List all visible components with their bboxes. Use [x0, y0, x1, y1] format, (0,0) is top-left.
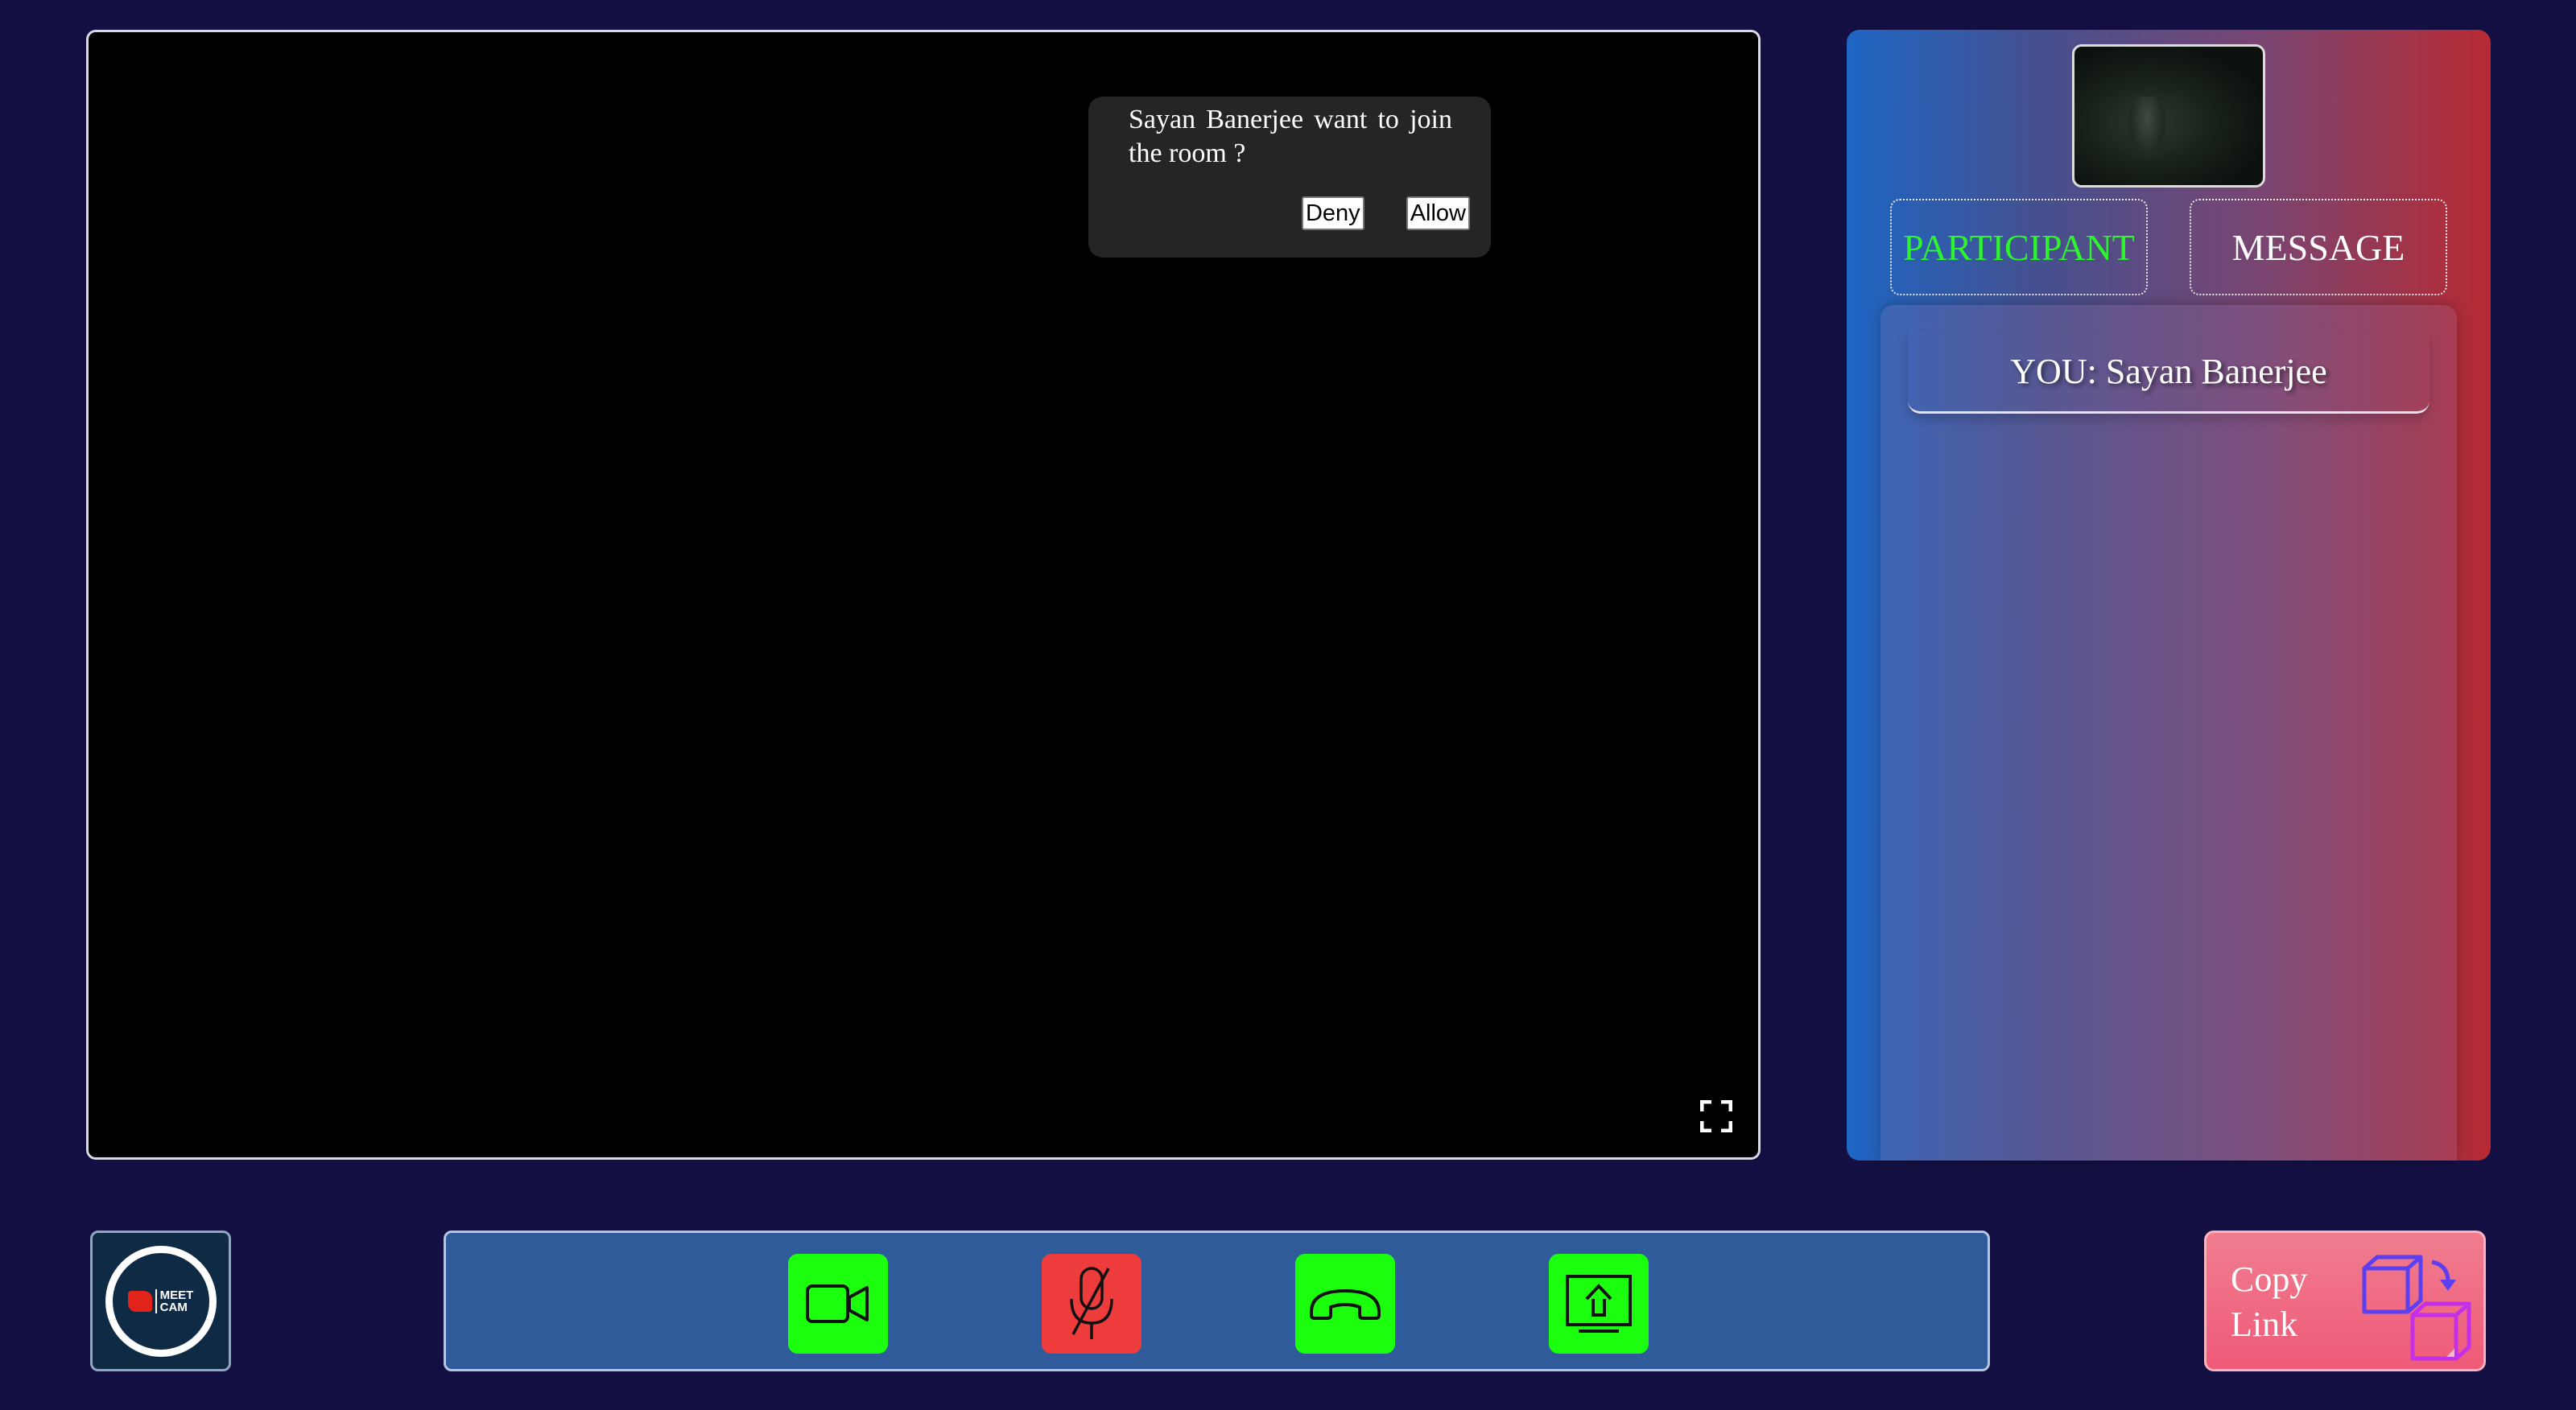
logo-text-line1: MEET	[159, 1288, 194, 1302]
screen-share-button[interactable]	[1549, 1254, 1649, 1354]
logo-mark-icon	[127, 1290, 152, 1312]
self-video-preview[interactable]	[2072, 44, 2265, 188]
phone-hangup-icon	[1310, 1289, 1381, 1320]
screen-share-icon	[1566, 1275, 1632, 1333]
self-video-feed	[2128, 97, 2166, 161]
copy-link-label-line1: Copy	[2231, 1260, 2308, 1299]
copy-link-label: Copy Link	[2231, 1257, 2327, 1347]
allow-button[interactable]: Allow	[1406, 196, 1470, 230]
video-camera-icon	[806, 1284, 869, 1323]
join-request-popup: Sayan Banerjee want to join the room ? D…	[1088, 97, 1491, 258]
tab-participant[interactable]: PARTICIPANT	[1890, 199, 2148, 295]
microphone-muted-icon	[1070, 1267, 1113, 1339]
join-request-message: Sayan Banerjee want to join the room ?	[1129, 105, 1452, 168]
fullscreen-icon[interactable]	[1700, 1100, 1732, 1132]
call-controls-bar	[444, 1231, 1990, 1371]
logo-text: MEET CAM	[155, 1288, 194, 1314]
meetcam-logo: MEET CAM	[90, 1231, 231, 1371]
participant-list: YOU: Sayan Banerjee	[1880, 305, 2457, 1161]
copy-link-label-line2: Link	[2231, 1305, 2298, 1344]
toggle-video-button[interactable]	[788, 1254, 888, 1354]
deny-button[interactable]: Deny	[1301, 196, 1364, 230]
end-call-button[interactable]	[1295, 1254, 1395, 1354]
tab-message[interactable]: MESSAGE	[2190, 199, 2447, 295]
main-video-stage: Sayan Banerjee want to join the room ? D…	[86, 30, 1761, 1160]
logo-content: MEET CAM	[127, 1288, 194, 1314]
join-request-actions: Deny Allow	[1301, 196, 1470, 230]
toggle-mic-button[interactable]	[1042, 1254, 1141, 1354]
logo-ring: MEET CAM	[105, 1245, 217, 1357]
copy-link-button[interactable]: Copy Link	[2204, 1231, 2486, 1371]
copy-cubes-icon	[2362, 1255, 2471, 1361]
participant-item: YOU: Sayan Banerjee	[1908, 331, 2429, 414]
logo-text-line2: CAM	[159, 1300, 188, 1314]
side-panel: PARTICIPANT MESSAGE YOU: Sayan Banerjee	[1847, 30, 2491, 1161]
